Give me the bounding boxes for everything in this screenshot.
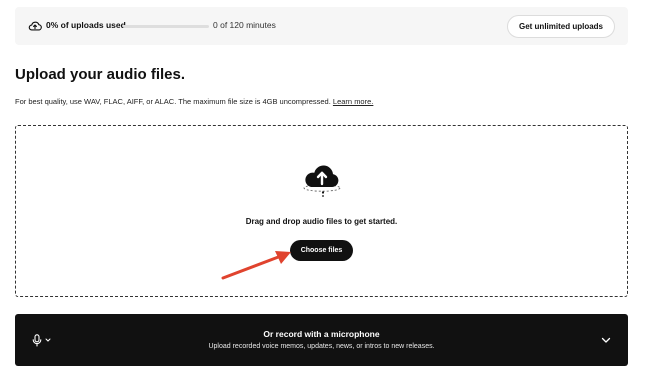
cloud-upload-icon [303, 165, 341, 197]
record-title: Or record with a microphone [263, 329, 380, 339]
dropzone-instructions: Drag and drop audio files to get started… [245, 217, 398, 226]
annotation-arrow-icon [221, 251, 291, 280]
record-subtitle: Upload recorded voice memos, updates, ne… [208, 343, 435, 350]
usage-progress-bar [123, 25, 209, 28]
upload-description-text: For best quality, use WAV, FLAC, AIFF, o… [15, 97, 331, 106]
upload-description: For best quality, use WAV, FLAC, AIFF, o… [15, 97, 373, 106]
cloud-upload-icon [28, 21, 42, 31]
usage-minutes: 0 of 120 minutes [213, 20, 276, 30]
learn-more-link[interactable]: Learn more. [333, 97, 373, 106]
get-unlimited-uploads-button[interactable]: Get unlimited uploads [507, 15, 615, 38]
page-title: Upload your audio files. [15, 66, 186, 83]
record-microphone-panel[interactable]: Or record with a microphone Upload recor… [15, 314, 628, 366]
usage-label: 0% of uploads used [46, 20, 126, 30]
usage-bar: 0% of uploads used 0 of 120 minutes Get … [15, 7, 628, 45]
expand-chevron-icon[interactable] [600, 334, 612, 346]
upload-dropzone[interactable]: Drag and drop audio files to get started… [15, 125, 628, 297]
